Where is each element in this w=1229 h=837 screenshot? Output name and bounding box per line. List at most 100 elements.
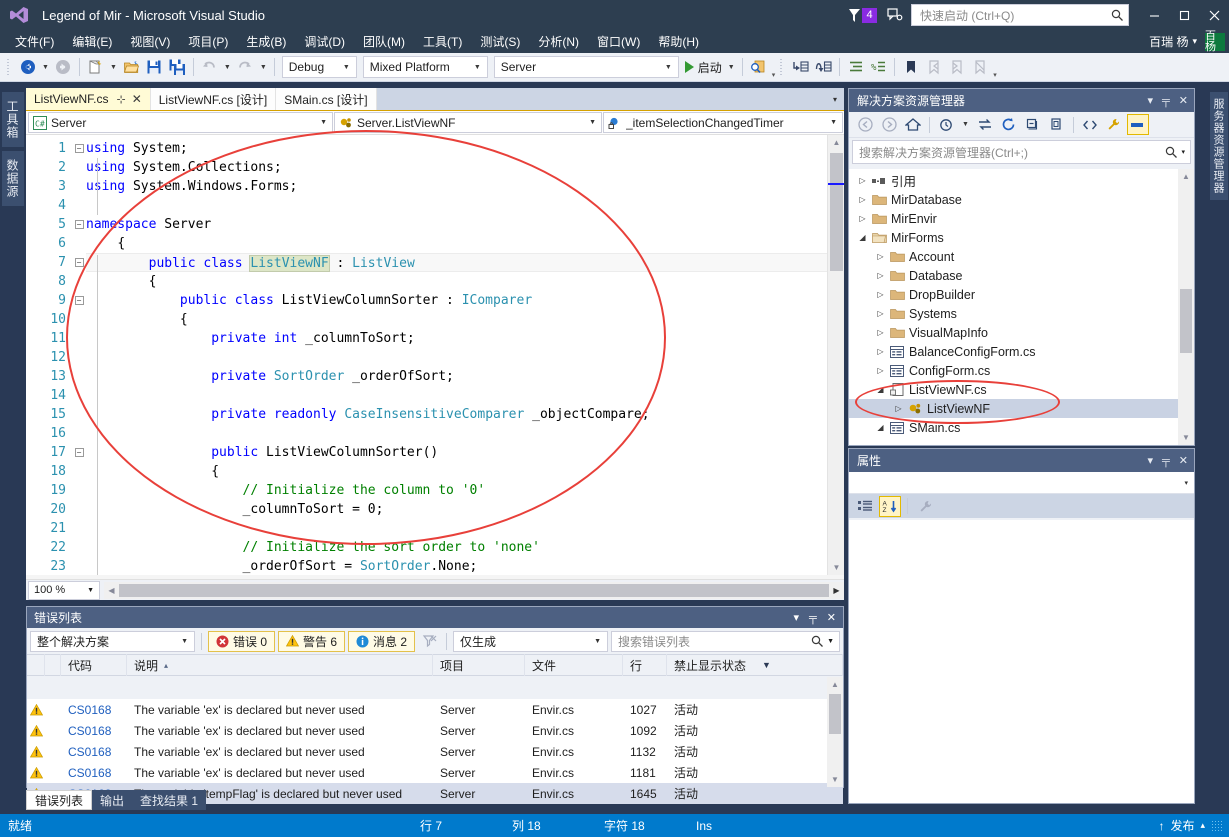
table-row[interactable]: CS0168 The variable 'ex' is declared but …	[27, 699, 843, 720]
pending-changes-icon[interactable]	[935, 114, 957, 135]
tree-item[interactable]: ▷ 引用	[849, 171, 1194, 190]
code-line[interactable]: public ListViewColumnSorter()	[86, 443, 844, 462]
sync-with-active-document-icon[interactable]	[974, 114, 996, 135]
code-line[interactable]	[86, 424, 844, 443]
scrollbar-thumb[interactable]	[830, 153, 843, 271]
error-list-search-input[interactable]: 搜索错误列表 ▼	[611, 630, 840, 652]
menu-item-file[interactable]: 文件(F)	[6, 30, 63, 53]
code-line[interactable]: {	[86, 272, 844, 291]
search-options-caret[interactable]: ▼	[824, 638, 837, 645]
expander-collapsed-icon[interactable]: ▷	[891, 404, 906, 413]
editor-vertical-scrollbar[interactable]: ▲ ▼	[827, 135, 844, 575]
show-all-files-icon[interactable]	[1046, 114, 1068, 135]
publish-caret-icon[interactable]: ▴	[1200, 820, 1205, 831]
quick-launch-input[interactable]: 快速启动 (Ctrl+Q)	[911, 4, 1129, 26]
menu-item-help[interactable]: 帮助(H)	[649, 30, 708, 53]
editor-tab-listviewnf-designer[interactable]: ListViewNF.cs [设计]	[150, 88, 277, 110]
notifications-button[interactable]: 4	[848, 7, 877, 23]
find-in-files-icon[interactable]	[747, 56, 770, 79]
navigate-forward-icon[interactable]	[52, 56, 75, 79]
tree-item[interactable]: ▷ Database	[849, 266, 1194, 285]
step-into-icon[interactable]	[789, 56, 812, 79]
scroll-down-icon[interactable]: ▼	[828, 560, 844, 575]
navbar-type-combo[interactable]: Server.ListViewNF ▼	[334, 112, 602, 133]
search-options-caret[interactable]: ▾	[1178, 148, 1188, 156]
undo-dropdown[interactable]: ▼	[221, 56, 234, 79]
code-line[interactable]: using System.Windows.Forms;	[86, 177, 844, 196]
navigate-back-dropdown[interactable]: ▼	[39, 56, 52, 79]
scroll-up-icon[interactable]: ▲	[828, 135, 844, 150]
toolbar-grip[interactable]	[5, 58, 13, 76]
column-header-description[interactable]: 说明 ▴	[127, 654, 433, 676]
expander-collapsed-icon[interactable]: ▷	[855, 176, 870, 185]
cell-code[interactable]: CS0168	[61, 745, 127, 759]
clear-bookmarks-icon[interactable]	[968, 56, 991, 79]
maximize-button[interactable]	[1169, 0, 1199, 30]
scroll-left-icon[interactable]: ◀	[104, 586, 119, 595]
categorized-view-icon[interactable]	[854, 496, 876, 517]
errors-filter-button[interactable]: 错误 0	[208, 630, 276, 652]
previous-bookmark-icon[interactable]	[922, 56, 945, 79]
preview-selected-items-icon[interactable]	[1126, 114, 1149, 135]
navbar-project-combo[interactable]: C# Server ▼	[28, 112, 333, 133]
pending-changes-dropdown[interactable]: ▼	[959, 113, 972, 136]
menu-item-view[interactable]: 视图(V)	[121, 30, 179, 53]
code-line[interactable]: {	[86, 462, 844, 481]
bookmark-icon[interactable]	[899, 56, 922, 79]
pane-dropdown-icon[interactable]: ▾	[1147, 94, 1153, 107]
close-icon[interactable]: ✕	[132, 92, 142, 106]
fold-toggle-icon[interactable]: −	[74, 258, 84, 267]
solution-explorer-search-input[interactable]: 搜索解决方案资源管理器(Ctrl+;) ▾	[852, 140, 1191, 164]
expander-collapsed-icon[interactable]: ▷	[873, 290, 888, 299]
tree-item[interactable]: ▷ ListViewNF	[849, 399, 1194, 418]
messages-filter-button[interactable]: 消息 2	[348, 630, 416, 652]
clear-filter-icon[interactable]	[418, 631, 440, 652]
new-item-dropdown[interactable]: ▼	[107, 56, 120, 79]
fold-toggle-icon[interactable]: −	[74, 144, 84, 153]
code-line[interactable]: _orderOfSort = SortOrder.None;	[86, 557, 844, 575]
scroll-up-icon[interactable]: ▲	[1178, 169, 1194, 184]
increase-indent-icon[interactable]	[844, 56, 867, 79]
code-line[interactable]: namespace Server	[86, 215, 844, 234]
code-editor-surface[interactable]: 123456789101112131415161718192021222324 …	[26, 135, 844, 575]
tree-item[interactable]: ◢ ListViewNF.cs	[849, 380, 1194, 399]
comment-icon[interactable]: %	[867, 56, 890, 79]
tree-item[interactable]: ▷ VisualMapInfo	[849, 323, 1194, 342]
back-icon[interactable]	[854, 114, 876, 135]
bottom-tab-output[interactable]: 输出	[92, 790, 133, 810]
tree-item[interactable]: ◢ SMain.cs	[849, 418, 1194, 437]
expander-expanded-icon[interactable]: ◢	[873, 385, 888, 394]
save-all-icon[interactable]	[166, 56, 189, 79]
column-header-line[interactable]: 行	[623, 654, 667, 676]
code-line[interactable]: private int _columnToSort;	[86, 329, 844, 348]
menu-item-edit[interactable]: 编辑(E)	[63, 30, 121, 53]
fold-toggle-icon[interactable]: −	[74, 448, 84, 457]
column-header-project[interactable]: 项目	[433, 654, 525, 676]
fold-toggle-icon[interactable]: −	[74, 220, 84, 229]
view-code-icon[interactable]	[1079, 114, 1101, 135]
properties-object-combo[interactable]: ▾	[849, 472, 1194, 494]
code-line[interactable]	[86, 348, 844, 367]
editor-horizontal-scrollbar[interactable]: ◀ ▶	[104, 581, 844, 599]
sidebar-tab-server-explorer[interactable]: 服务器资源管理器	[1210, 92, 1228, 200]
menu-item-team[interactable]: 团队(M)	[354, 30, 414, 53]
pane-close-icon[interactable]: ✕	[827, 611, 836, 624]
expander-collapsed-icon[interactable]: ▷	[855, 214, 870, 223]
error-list-scrollbar[interactable]: ▲ ▼	[827, 677, 843, 787]
table-row[interactable]: CS0168 The variable 'ex' is declared but …	[27, 741, 843, 762]
startup-project-combo[interactable]: Server ▼	[493, 56, 679, 78]
save-icon[interactable]	[143, 56, 166, 79]
code-line[interactable]	[86, 519, 844, 538]
solution-tree[interactable]: ▷ 引用 ▷ MirDatabase ▷ MirEnvir ◢ MirForms ▷ Accoun…	[849, 169, 1194, 445]
code-line[interactable]: {	[86, 310, 844, 329]
undo-icon[interactable]	[198, 56, 221, 79]
filter-icon[interactable]: ▼	[762, 660, 771, 670]
expander-collapsed-icon[interactable]: ▷	[873, 328, 888, 337]
pin-icon[interactable]: ⊹	[116, 93, 125, 106]
editor-tab-listviewnf-cs[interactable]: ListViewNF.cs ⊹ ✕	[26, 88, 151, 110]
editor-tab-smain-designer[interactable]: SMain.cs [设计]	[276, 88, 377, 110]
error-list-rows[interactable]: CS0168 The variable 'ex' is declared but …	[27, 699, 843, 804]
solution-platform-combo[interactable]: Mixed Platform ▼	[362, 56, 488, 78]
expander-collapsed-icon[interactable]: ▷	[873, 252, 888, 261]
cell-code[interactable]: CS0168	[61, 766, 127, 780]
